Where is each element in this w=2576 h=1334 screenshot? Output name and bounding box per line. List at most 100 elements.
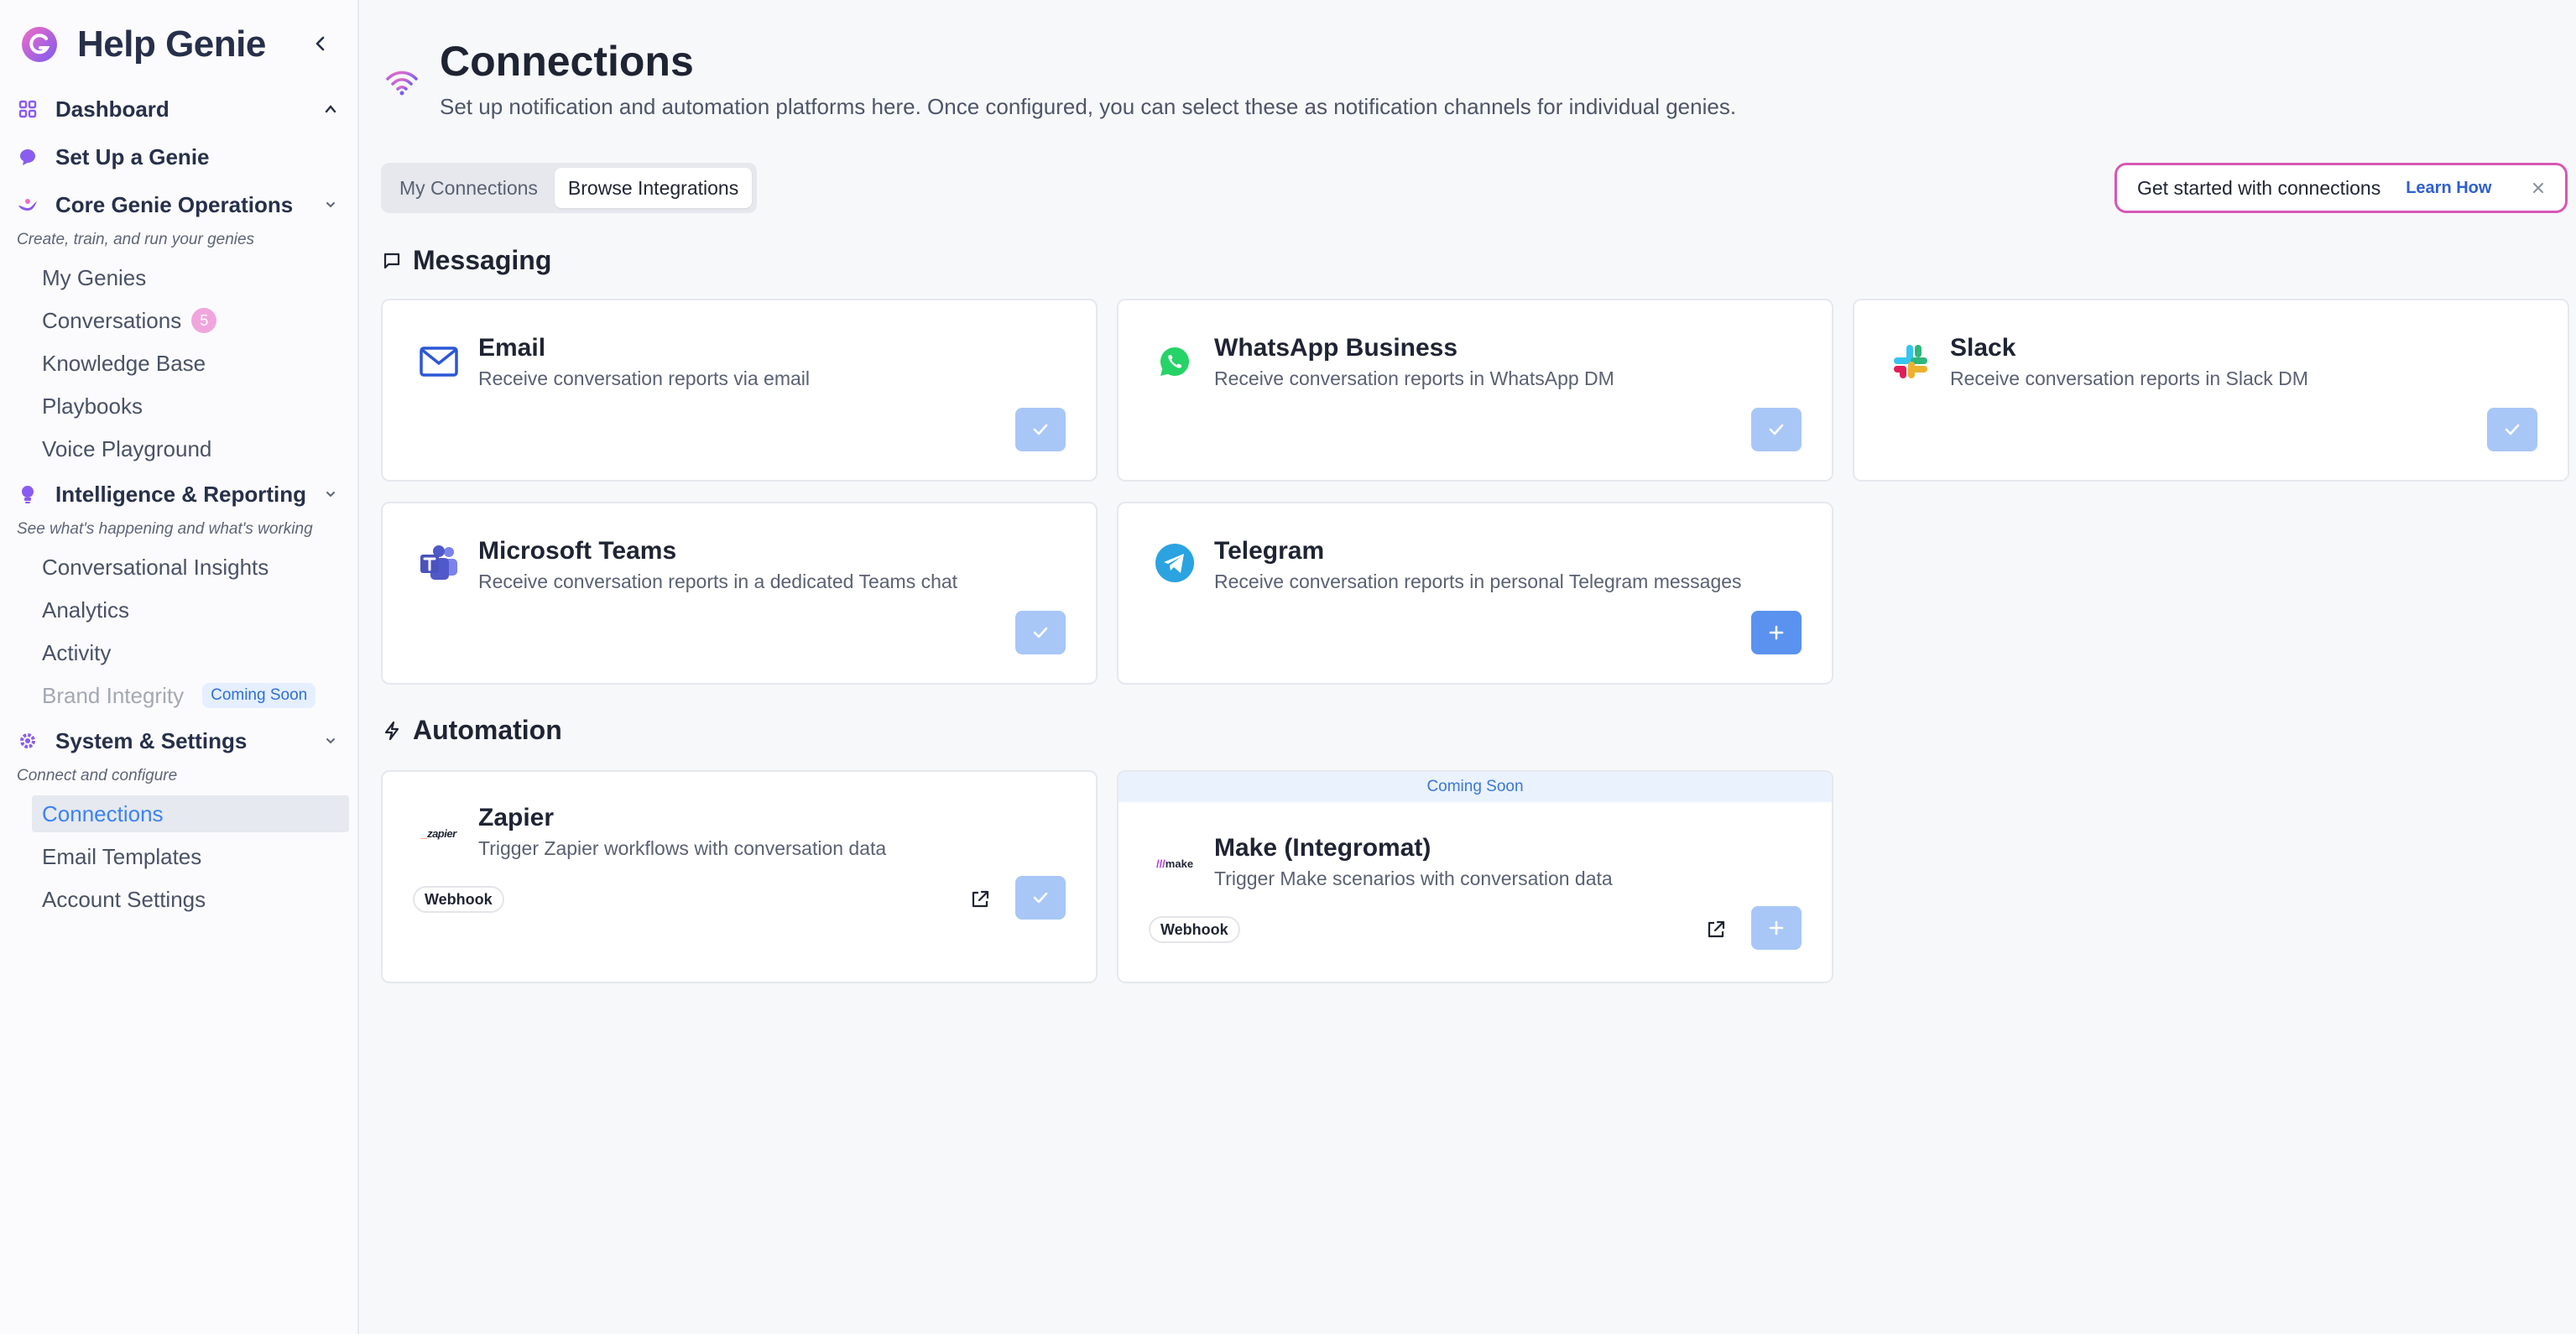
sidebar-item-account-settings[interactable]: Account Settings — [32, 881, 349, 918]
chevron-up-icon[interactable] — [321, 99, 341, 119]
sidebar-item-label: Conversational Insights — [42, 554, 269, 580]
nav-intel-description: See what's happening and what's working — [17, 520, 313, 538]
page-subtitle: Set up notification and automation platf… — [440, 94, 1737, 119]
integration-card-telegram: Telegram Receive conversation reports in… — [1117, 502, 1833, 685]
brand[interactable]: Help Genie — [20, 22, 266, 67]
integration-card-make: Coming Soon ///make Make (Integromat) Tr… — [1117, 770, 1833, 983]
whatsapp-icon — [1154, 341, 1196, 383]
check-icon — [1033, 892, 1048, 904]
sidebar-item-label: Conversations — [42, 307, 182, 333]
webhook-tag: Webhook — [1149, 916, 1240, 943]
connected-button[interactable] — [1015, 876, 1066, 920]
chevron-down-icon[interactable] — [321, 195, 341, 215]
nav-system-description: Connect and configure — [17, 767, 178, 784]
integration-card-email: Email Receive conversation reports via e… — [381, 299, 1098, 482]
integration-card-slack: Slack Receive conversation reports in Sl… — [1853, 299, 2569, 482]
nav-intelligence-reporting[interactable]: Intelligence & Reporting — [17, 476, 347, 513]
learn-how-link[interactable]: Learn How — [2406, 179, 2491, 198]
external-link-icon[interactable] — [1704, 918, 1728, 941]
lightning-icon — [383, 721, 401, 740]
sidebar-item-conversational-insights[interactable]: Conversational Insights — [32, 549, 349, 586]
sidebar-item-label: My Genies — [42, 264, 147, 290]
genie-lamp-icon — [17, 194, 39, 216]
tab-browse-integrations[interactable]: Browse Integrations — [554, 168, 753, 208]
sidebar-item-label: Email Templates — [42, 843, 202, 869]
sidebar-item-email-templates[interactable]: Email Templates — [32, 838, 349, 875]
main-content: Connections Set up notification and auto… — [361, 0, 2576, 1334]
wifi-icon — [386, 70, 418, 96]
check-icon — [1033, 424, 1048, 435]
coming-soon-badge: Coming Soon — [202, 683, 316, 708]
nav-intel-label: Intelligence & Reporting — [55, 481, 307, 507]
check-icon — [1769, 424, 1784, 435]
card-description: Trigger Zapier workflows with conversati… — [478, 837, 887, 859]
sidebar-item-activity[interactable]: Activity — [32, 634, 349, 671]
nav-setup-label: Set Up a Genie — [55, 143, 210, 169]
nav-dashboard[interactable]: Dashboard — [17, 91, 347, 128]
coming-soon-banner: Coming Soon — [1119, 772, 1832, 802]
card-title: Email — [478, 334, 546, 362]
sidebar-item-label: Account Settings — [42, 886, 206, 912]
genie-logo-icon — [22, 27, 57, 62]
nav-setup-genie[interactable]: Set Up a Genie — [17, 138, 347, 175]
card-title: WhatsApp Business — [1214, 334, 1458, 362]
nav-core-operations[interactable]: Core Genie Operations — [17, 186, 347, 223]
messaging-title: Messaging — [413, 245, 552, 275]
nav-core-label: Core Genie Operations — [55, 191, 294, 217]
check-icon — [2505, 424, 2520, 435]
chevron-down-icon[interactable] — [321, 484, 341, 504]
slack-icon — [1890, 341, 1932, 383]
sidebar-item-label: Activity — [42, 639, 112, 665]
plus-icon — [1769, 625, 1784, 640]
chevron-left-icon — [315, 36, 325, 51]
messaging-section-header: Messaging — [383, 245, 551, 276]
add-connection-button[interactable] — [1751, 611, 1802, 654]
card-description: Trigger Make scenarios with conversation… — [1214, 868, 1613, 889]
close-icon[interactable] — [2530, 180, 2547, 196]
check-icon — [1033, 627, 1048, 638]
sidebar-item-label: Connections — [42, 800, 164, 826]
tab-my-connections[interactable]: My Connections — [386, 168, 551, 208]
make-logo-text: make — [1165, 857, 1194, 870]
external-link-icon[interactable] — [968, 888, 992, 911]
sidebar-item-label: Analytics — [42, 597, 130, 623]
collapse-sidebar-button[interactable] — [307, 30, 334, 57]
integration-card-microsoft-teams: Microsoft Teams Receive conversation rep… — [381, 502, 1098, 685]
card-description: Receive conversation reports in a dedica… — [478, 571, 958, 592]
sidebar-item-conversations[interactable]: Conversations 5 — [32, 302, 349, 339]
plus-icon — [1769, 920, 1784, 935]
sidebar-item-knowledge-base[interactable]: Knowledge Base — [32, 345, 349, 382]
sidebar-item-playbooks[interactable]: Playbooks — [32, 388, 349, 425]
sidebar: Help Genie Dashboard Set Up a Genie Core… — [0, 0, 359, 1334]
nav-system-label: System & Settings — [55, 727, 248, 753]
connected-button[interactable] — [1015, 611, 1066, 654]
sidebar-item-voice-playground[interactable]: Voice Playground — [32, 430, 349, 467]
sidebar-item-label: Playbooks — [42, 393, 143, 419]
zapier-logo-icon: _ zapier — [421, 826, 456, 840]
sidebar-item-brand-integrity: Brand Integrity Coming Soon — [32, 677, 349, 714]
card-description: Receive conversation reports in WhatsApp… — [1214, 367, 1614, 389]
message-square-icon — [383, 252, 401, 270]
make-logo-icon: ///make — [1155, 857, 1194, 870]
sidebar-item-label: Brand Integrity — [42, 682, 185, 708]
integration-card-whatsapp: WhatsApp Business Receive conversation r… — [1117, 299, 1833, 482]
chat-bubble-icon — [17, 146, 39, 168]
sidebar-item-analytics[interactable]: Analytics — [32, 591, 349, 628]
nav-dashboard-label: Dashboard — [55, 96, 169, 122]
nav-system-settings[interactable]: System & Settings — [17, 722, 347, 759]
connected-button[interactable] — [2487, 408, 2537, 451]
card-title: Slack — [1950, 334, 2016, 362]
sidebar-item-label: Knowledge Base — [42, 350, 206, 376]
connected-button[interactable] — [1015, 408, 1066, 451]
sidebar-item-connections[interactable]: Connections — [32, 795, 349, 832]
telegram-icon — [1154, 542, 1196, 584]
automation-section-header: Automation — [383, 715, 562, 746]
card-description: Receive conversation reports via email — [478, 367, 811, 389]
connection-tabs: My Connections Browse Integrations — [381, 163, 758, 213]
card-title: Zapier — [478, 804, 555, 831]
card-description: Receive conversation reports in Slack DM — [1950, 367, 2308, 389]
sidebar-item-my-genies[interactable]: My Genies — [32, 259, 349, 296]
lightbulb-icon — [17, 483, 39, 505]
chevron-down-icon[interactable] — [321, 731, 341, 751]
connected-button[interactable] — [1751, 408, 1802, 451]
